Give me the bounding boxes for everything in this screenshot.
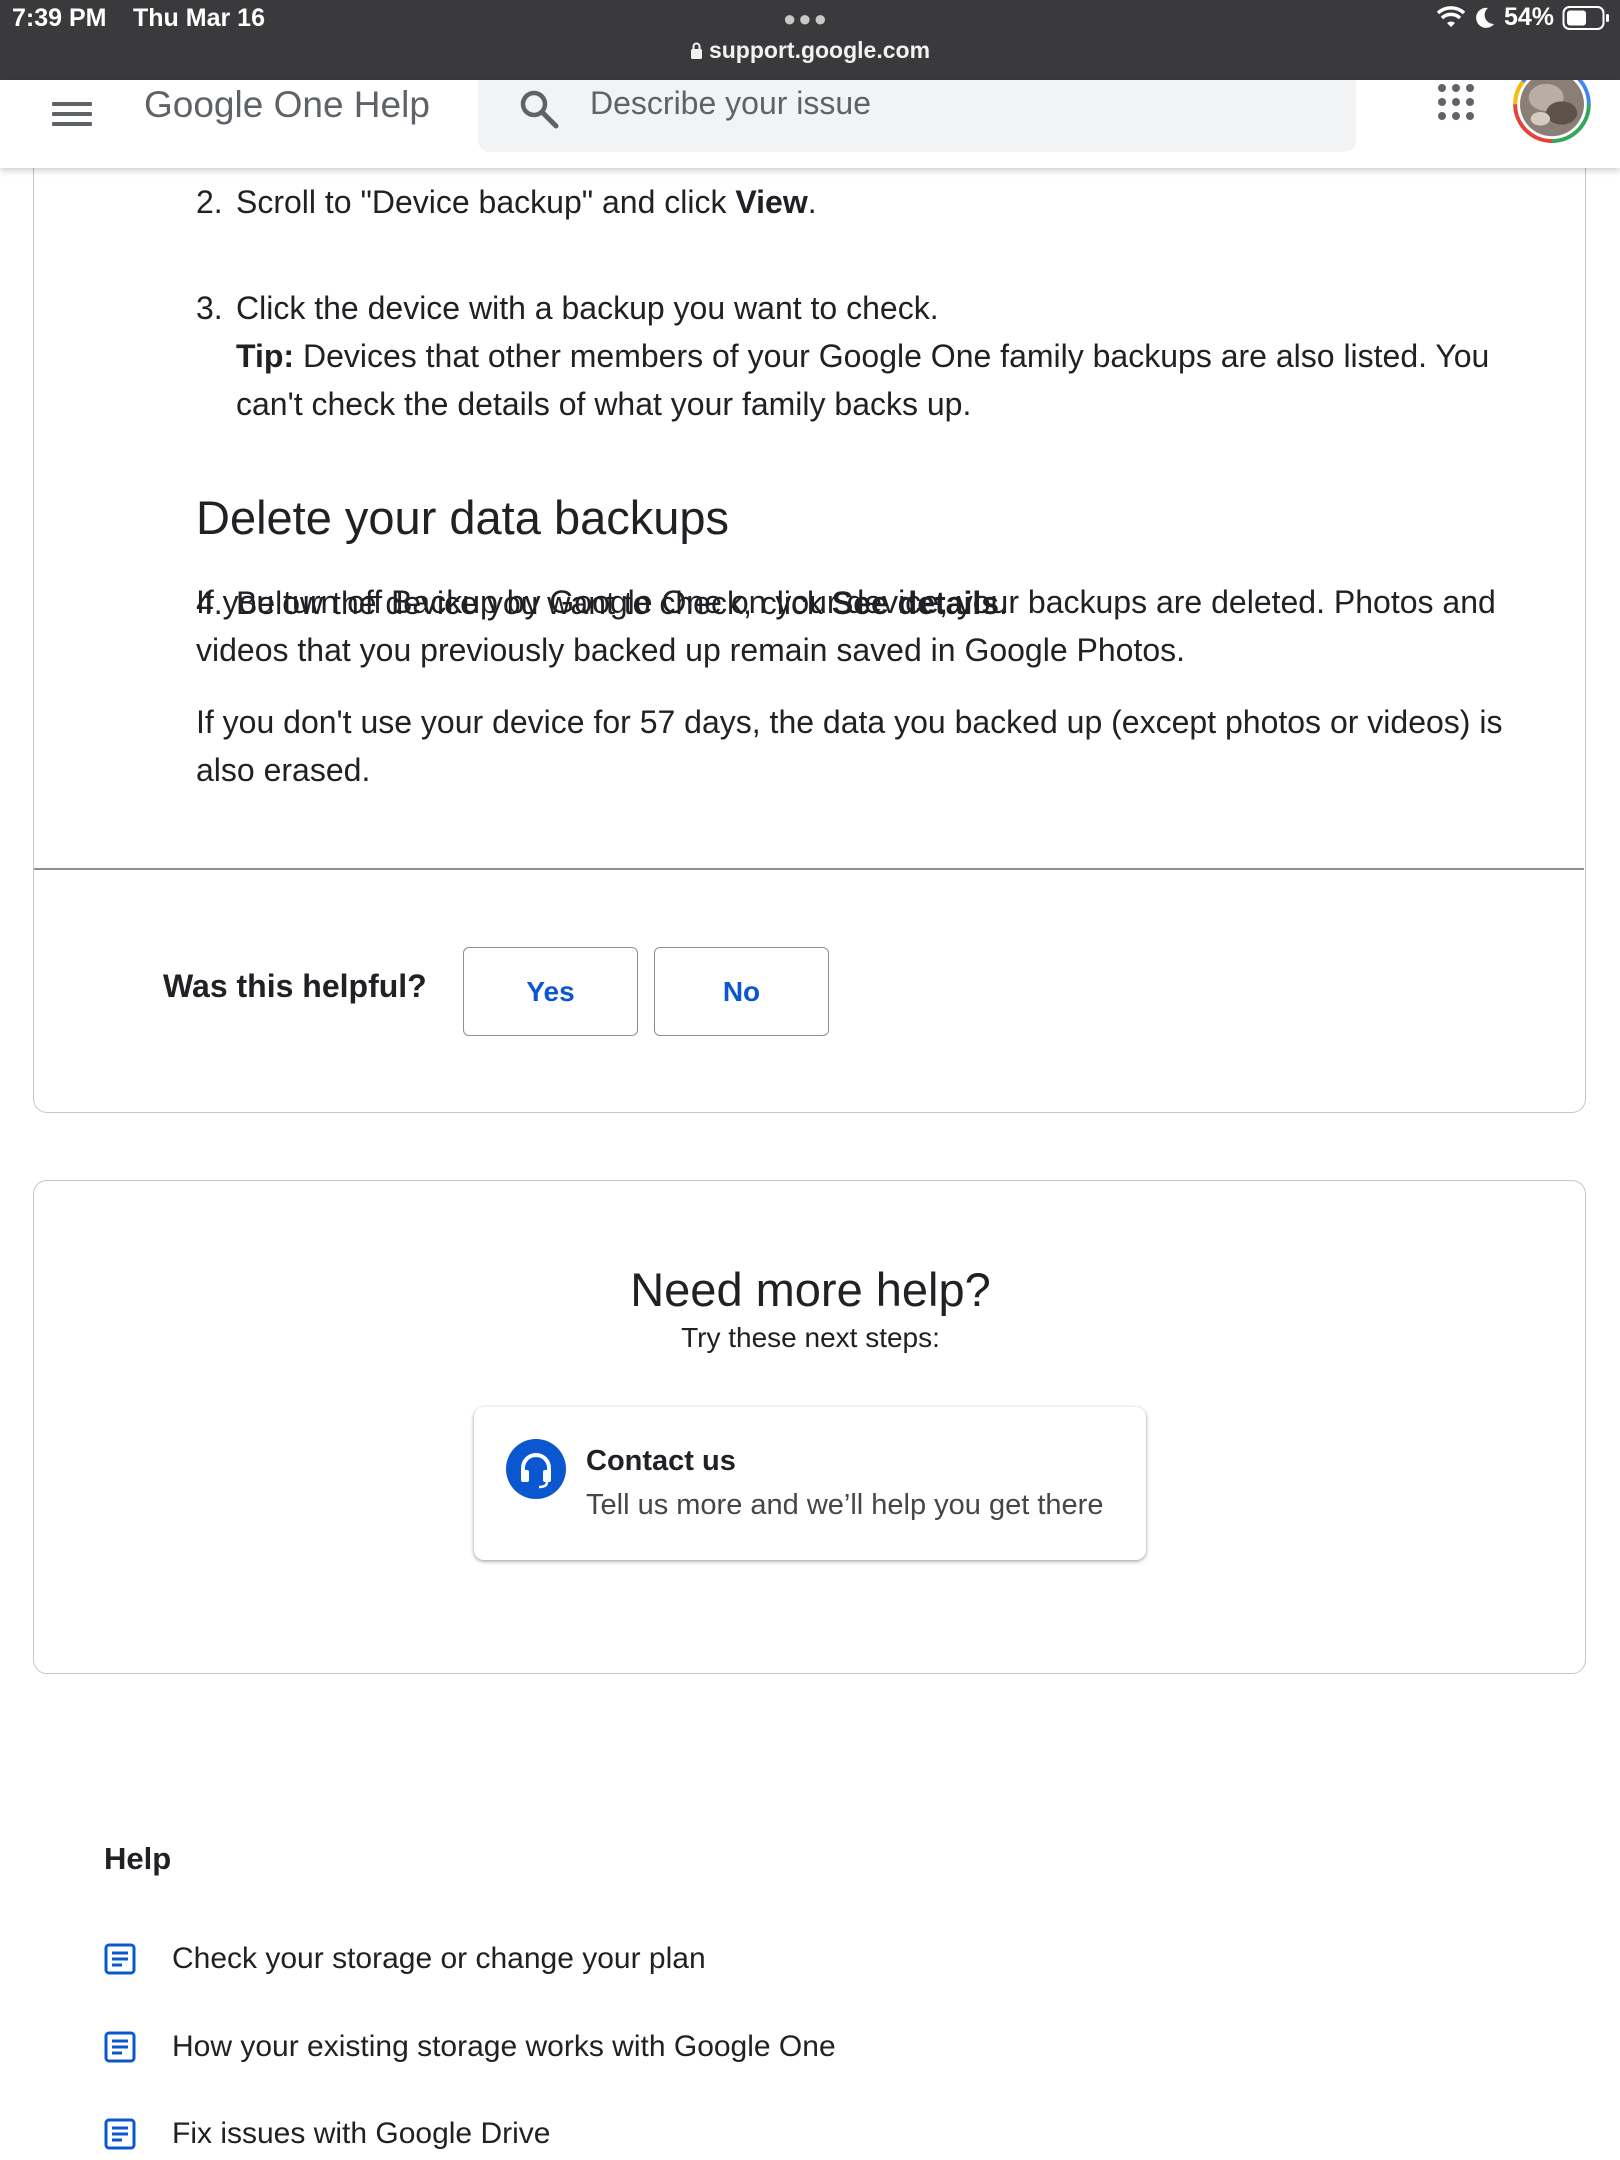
google-apps-icon[interactable]: [1438, 84, 1476, 122]
step-number: 3.: [196, 290, 223, 326]
help-heading: Help: [104, 1841, 172, 1876]
section-heading: Delete your data backups: [196, 491, 729, 544]
step-text-end: .: [807, 184, 817, 220]
step-bold-text: View: [735, 184, 808, 220]
contact-title: Contact us: [586, 1445, 736, 1477]
paragraph: If you don't use your device for 57 days…: [196, 704, 1503, 788]
feedback-question: Was this helpful?: [163, 968, 427, 1004]
app-title[interactable]: Google One Help: [144, 84, 430, 126]
no-button[interactable]: No: [654, 947, 829, 1036]
wifi-icon: [1436, 5, 1466, 27]
multitasking-dots-icon[interactable]: ●●●: [783, 6, 829, 32]
step-text: Scroll to "Device backup" and click: [236, 184, 736, 220]
help-link[interactable]: How your existing storage works with Goo…: [104, 2025, 836, 2069]
status-indicators: 54%: [1436, 3, 1610, 32]
battery-percent: 54%: [1503, 3, 1554, 31]
document-icon: [104, 1943, 136, 1975]
more-help-title: Need more help?: [630, 1263, 991, 1316]
status-time: 7:39 PM: [12, 4, 107, 32]
yes-button[interactable]: Yes: [463, 947, 638, 1036]
help-link-label: Check your storage or change your plan: [172, 1942, 706, 1975]
paragraph: If you turn off Backup by Google One on …: [196, 584, 1496, 668]
status-bar: 7:39 PM Thu Mar 16 ●●● 54% support.googl…: [0, 0, 1620, 80]
battery-icon: [1562, 5, 1609, 30]
tip-body: Devices that other members of your Googl…: [236, 338, 1490, 422]
moon-icon: [1476, 7, 1494, 28]
help-link-label: Fix issues with Google Drive: [172, 2117, 551, 2150]
article-card: 2. Scroll to "Device backup" and click V…: [33, 130, 1586, 1113]
address-bar[interactable]: support.google.com: [0, 37, 1620, 64]
document-icon: [104, 2031, 136, 2063]
more-help-card: Need more help? Try these next steps: Co…: [33, 1180, 1586, 1674]
tip-text: Tip: Devices that other members of your …: [236, 332, 1536, 428]
step-text: Click the device with a backup you want …: [236, 290, 939, 326]
divider: [34, 868, 1584, 870]
search-box[interactable]: [478, 80, 1356, 152]
app-header: Google One Help: [0, 80, 1620, 168]
document-icon: [104, 2118, 136, 2150]
address-url: support.google.com: [708, 37, 931, 63]
avatar[interactable]: [1512, 80, 1592, 144]
tip-label: Tip:: [236, 338, 295, 374]
contact-description: Tell us more and we’ll help you get ther…: [586, 1489, 1104, 1521]
menu-icon[interactable]: [52, 90, 92, 130]
step-number: 2.: [196, 184, 223, 220]
help-link[interactable]: Check your storage or change your plan: [104, 1937, 706, 1981]
lock-icon: [690, 42, 702, 59]
list-item: 3. Click the device with a backup you wa…: [196, 284, 1536, 428]
more-help-subtitle: Try these next steps:: [681, 1322, 940, 1353]
status-date: Thu Mar 16: [133, 4, 265, 32]
search-input[interactable]: [590, 80, 1330, 126]
search-icon[interactable]: [518, 88, 560, 130]
contact-us-card[interactable]: Contact us Tell us more and we’ll help y…: [474, 1407, 1146, 1560]
list-item: 2. Scroll to "Device backup" and click V…: [196, 178, 1536, 226]
help-link-label: How your existing storage works with Goo…: [172, 2030, 836, 2063]
headset-icon: [506, 1439, 566, 1499]
help-link[interactable]: Fix issues with Google Drive: [104, 2112, 550, 2156]
